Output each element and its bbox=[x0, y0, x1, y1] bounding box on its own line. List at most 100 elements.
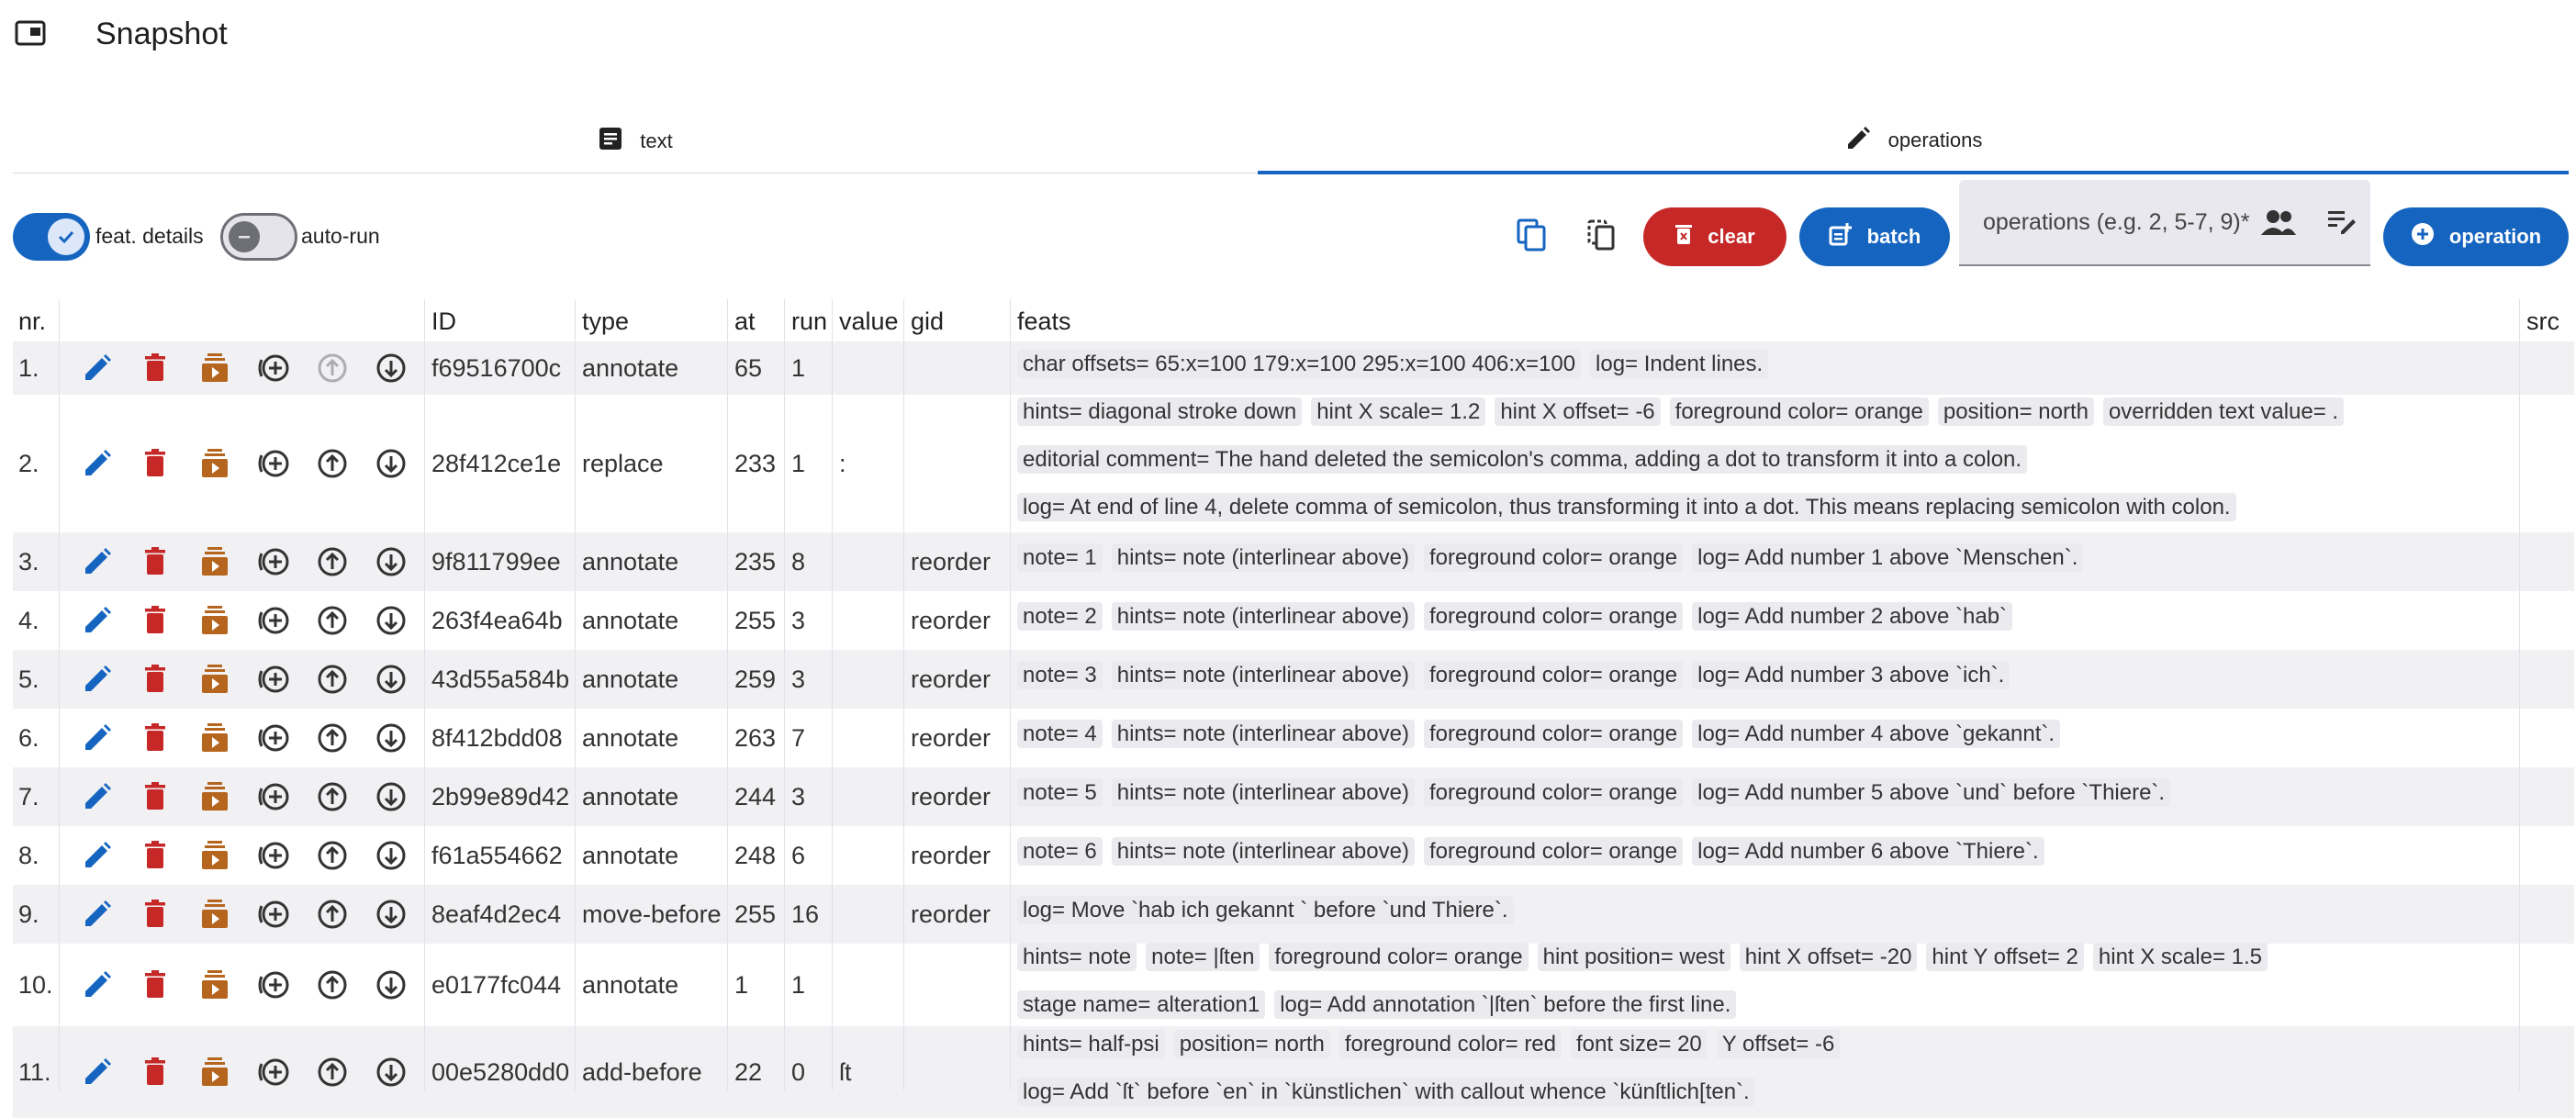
feat-chip: stage name= alteration1 bbox=[1017, 990, 1266, 1019]
add-operation-button[interactable]: operation bbox=[2383, 207, 2569, 266]
move-down-icon[interactable] bbox=[373, 543, 409, 580]
delete-icon[interactable] bbox=[138, 967, 174, 1003]
add-circle-icon[interactable] bbox=[255, 602, 292, 639]
add-circle-icon bbox=[2411, 222, 2449, 252]
edit-icon[interactable] bbox=[79, 602, 116, 639]
cell-run: 0 bbox=[791, 1057, 806, 1086]
run-to-here-icon[interactable] bbox=[196, 967, 233, 1003]
run-to-here-icon[interactable] bbox=[196, 837, 233, 874]
delete-icon[interactable] bbox=[138, 543, 174, 580]
delete-icon[interactable] bbox=[138, 602, 174, 639]
add-circle-icon[interactable] bbox=[255, 445, 292, 482]
move-up-icon[interactable] bbox=[314, 661, 351, 698]
edit-icon[interactable] bbox=[79, 896, 116, 933]
move-up-icon[interactable] bbox=[314, 602, 351, 639]
run-to-here-icon[interactable] bbox=[196, 896, 233, 933]
tab-operations[interactable]: operations bbox=[1258, 110, 2569, 174]
column-divider bbox=[903, 299, 904, 1090]
delete-icon bbox=[1674, 223, 1708, 251]
add-circle-icon[interactable] bbox=[255, 896, 292, 933]
move-up-icon[interactable] bbox=[314, 1054, 351, 1090]
delete-icon[interactable] bbox=[138, 837, 174, 874]
move-up-icon[interactable] bbox=[314, 445, 351, 482]
run-to-here-icon[interactable] bbox=[196, 445, 233, 482]
add-circle-icon[interactable] bbox=[255, 661, 292, 698]
delete-icon[interactable] bbox=[138, 661, 174, 698]
auto-run-toggle[interactable] bbox=[220, 213, 297, 261]
batch-button[interactable]: batch bbox=[1799, 207, 1950, 266]
feat-chip: hints= note (interlinear above) bbox=[1111, 602, 1415, 631]
feats-line: hints= diagonal stroke down hint X scale=… bbox=[1017, 397, 2353, 426]
operations-input[interactable]: operations (e.g. 2, 5-7, 9)* bbox=[1959, 180, 2370, 266]
check-icon bbox=[48, 218, 84, 255]
header-run: run bbox=[791, 307, 828, 335]
move-up-icon[interactable] bbox=[314, 837, 351, 874]
feat-chip: note= 1 bbox=[1017, 543, 1103, 572]
feat-details-toggle[interactable] bbox=[13, 213, 90, 261]
add-circle-icon[interactable] bbox=[255, 350, 292, 386]
add-circle-icon[interactable] bbox=[255, 837, 292, 874]
feat-chip: hints= note (interlinear above) bbox=[1111, 661, 1415, 689]
run-to-here-icon[interactable] bbox=[196, 778, 233, 815]
feat-chip: char offsets= 65:x=100 179:x=100 295:x=1… bbox=[1017, 350, 1582, 378]
edit-icon[interactable] bbox=[79, 837, 116, 874]
delete-icon[interactable] bbox=[138, 350, 174, 386]
move-down-icon[interactable] bbox=[373, 661, 409, 698]
copy-button[interactable] bbox=[1511, 217, 1551, 257]
column-divider bbox=[575, 299, 576, 1090]
delete-icon[interactable] bbox=[138, 1054, 174, 1090]
move-down-icon[interactable] bbox=[373, 602, 409, 639]
feats-line: note= 1 hints= note (interlinear above) fo… bbox=[1017, 543, 2092, 572]
header-value: value bbox=[839, 307, 899, 335]
cell-gid: reorder bbox=[911, 547, 991, 576]
edit-icon[interactable] bbox=[79, 445, 116, 482]
edit-icon[interactable] bbox=[79, 720, 116, 756]
run-to-here-icon[interactable] bbox=[196, 350, 233, 386]
move-down-icon[interactable] bbox=[373, 967, 409, 1003]
clear-button[interactable]: clear bbox=[1643, 207, 1786, 266]
paste-button[interactable] bbox=[1581, 217, 1621, 257]
run-to-here-icon[interactable] bbox=[196, 602, 233, 639]
edit-icon[interactable] bbox=[79, 1054, 116, 1090]
move-down-icon[interactable] bbox=[373, 837, 409, 874]
move-up-icon[interactable] bbox=[314, 543, 351, 580]
edit-note-icon[interactable] bbox=[2326, 207, 2359, 240]
move-down-icon[interactable] bbox=[373, 350, 409, 386]
edit-icon[interactable] bbox=[79, 350, 116, 386]
move-down-icon[interactable] bbox=[373, 778, 409, 815]
move-down-icon[interactable] bbox=[373, 1054, 409, 1090]
cell-value: : bbox=[839, 449, 846, 477]
move-down-icon[interactable] bbox=[373, 720, 409, 756]
add-circle-icon[interactable] bbox=[255, 720, 292, 756]
delete-icon[interactable] bbox=[138, 445, 174, 482]
edit-icon[interactable] bbox=[79, 967, 116, 1003]
tab-text[interactable]: text bbox=[13, 110, 1258, 173]
delete-icon[interactable] bbox=[138, 778, 174, 815]
run-to-here-icon[interactable] bbox=[196, 720, 233, 756]
delete-icon[interactable] bbox=[138, 896, 174, 933]
move-down-icon[interactable] bbox=[373, 445, 409, 482]
feat-chip: note= |ſten bbox=[1146, 943, 1260, 971]
add-circle-icon[interactable] bbox=[255, 1054, 292, 1090]
feat-chip: note= 6 bbox=[1017, 837, 1103, 866]
delete-icon[interactable] bbox=[138, 720, 174, 756]
run-to-here-icon[interactable] bbox=[196, 543, 233, 580]
add-circle-icon[interactable] bbox=[255, 543, 292, 580]
move-down-icon[interactable] bbox=[373, 896, 409, 933]
add-circle-icon[interactable] bbox=[255, 967, 292, 1003]
move-up-icon[interactable] bbox=[314, 350, 351, 386]
app-menu-icon[interactable] bbox=[15, 20, 46, 46]
move-up-icon[interactable] bbox=[314, 896, 351, 933]
move-up-icon[interactable] bbox=[314, 967, 351, 1003]
people-icon[interactable] bbox=[2260, 207, 2297, 241]
cell-value: ſt bbox=[839, 1057, 852, 1086]
add-circle-icon[interactable] bbox=[255, 778, 292, 815]
run-to-here-icon[interactable] bbox=[196, 661, 233, 698]
edit-icon[interactable] bbox=[79, 543, 116, 580]
move-up-icon[interactable] bbox=[314, 720, 351, 756]
run-to-here-icon[interactable] bbox=[196, 1054, 233, 1090]
move-up-icon[interactable] bbox=[314, 778, 351, 815]
edit-icon[interactable] bbox=[79, 778, 116, 815]
edit-icon[interactable] bbox=[79, 661, 116, 698]
cell-type: replace bbox=[582, 449, 664, 477]
